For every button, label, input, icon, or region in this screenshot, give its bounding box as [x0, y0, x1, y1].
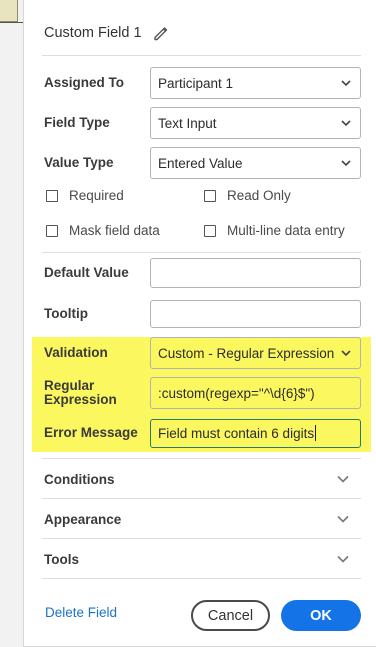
options-divider: [42, 252, 361, 253]
assigned-to-row: Assigned To Participant 1: [44, 67, 361, 99]
regular-expression-row: Regular Expression :custom(regexp="^\d{6…: [44, 377, 361, 409]
error-message-row: Error Message Field must contain 6 digit…: [44, 417, 361, 449]
multi-line-checkbox[interactable]: Multi-line data entry: [204, 223, 345, 238]
checkbox-box[interactable]: [46, 224, 58, 237]
appearance-label: Appearance: [44, 511, 122, 527]
conditions-divider: [42, 498, 361, 499]
tools-label: Tools: [44, 551, 79, 567]
conditions-section[interactable]: Conditions: [44, 469, 360, 489]
value-type-value: Entered Value: [158, 155, 243, 171]
tooltip-row: Tooltip: [44, 298, 361, 330]
regular-expression-label-line2: Expression: [44, 392, 117, 407]
validation-row: Validation Custom - Regular Expression: [44, 337, 361, 369]
corner-swatch: [0, 0, 18, 22]
mask-field-data-checkbox[interactable]: Mask field data: [46, 223, 160, 238]
chevron-down-icon: [341, 350, 351, 357]
validation-divider: [42, 458, 361, 459]
validation-label: Validation: [44, 345, 108, 360]
tooltip-input[interactable]: [150, 300, 361, 328]
required-checkbox[interactable]: Required: [46, 188, 124, 203]
regular-expression-input[interactable]: :custom(regexp="^\d{6}$"): [150, 377, 361, 409]
field-type-value: Text Input: [158, 115, 217, 131]
conditions-label: Conditions: [44, 471, 115, 487]
default-value-input[interactable]: [150, 258, 361, 288]
error-message-text: Field must contain 6 digits: [158, 425, 315, 441]
corner-divider: [0, 22, 24, 23]
error-message-label: Error Message: [44, 425, 138, 440]
field-type-label: Field Type: [44, 115, 110, 130]
error-message-input[interactable]: Field must contain 6 digits: [150, 418, 361, 448]
regular-expression-label: Regular Expression: [44, 379, 150, 407]
field-type-row: Field Type Text Input: [44, 107, 361, 139]
checkbox-box[interactable]: [46, 189, 58, 202]
chevron-down-icon: [341, 160, 351, 167]
appearance-section[interactable]: Appearance: [44, 509, 360, 529]
text-cursor: [315, 425, 317, 441]
read-only-checkbox[interactable]: Read Only: [204, 188, 291, 203]
assigned-to-label: Assigned To: [44, 75, 125, 90]
value-type-label: Value Type: [44, 155, 114, 170]
default-value-row: Default Value: [44, 257, 361, 289]
checkbox-box[interactable]: [204, 189, 216, 202]
field-type-select[interactable]: Text Input: [150, 107, 361, 139]
ok-button[interactable]: OK: [281, 600, 361, 631]
validation-select[interactable]: Custom - Regular Expression: [150, 337, 361, 369]
value-type-select[interactable]: Entered Value: [150, 147, 361, 179]
chevron-down-icon: [341, 80, 351, 87]
header-divider: [42, 55, 361, 56]
chevron-down-icon[interactable]: [336, 553, 350, 565]
tools-divider: [42, 578, 361, 579]
assigned-to-value: Participant 1: [158, 75, 234, 91]
validation-value: Custom - Regular Expression: [158, 345, 335, 361]
regular-expression-label-line1: Regular: [44, 378, 95, 393]
tooltip-label: Tooltip: [44, 306, 88, 321]
required-label: Required: [69, 188, 124, 203]
assigned-to-select[interactable]: Participant 1: [150, 67, 361, 99]
chevron-down-icon[interactable]: [336, 513, 350, 525]
regular-expression-text: :custom(regexp="^\d{6}$"): [158, 385, 315, 401]
tools-section[interactable]: Tools: [44, 549, 360, 569]
default-value-label: Default Value: [44, 265, 129, 280]
value-type-row: Value Type Entered Value: [44, 147, 361, 179]
read-only-label: Read Only: [227, 188, 291, 203]
checkbox-box[interactable]: [204, 224, 216, 237]
cancel-button[interactable]: Cancel: [191, 600, 270, 631]
multi-line-label: Multi-line data entry: [227, 223, 345, 238]
checkbox-row-2: Mask field data Multi-line data entry: [46, 223, 360, 245]
chevron-down-icon[interactable]: [336, 473, 350, 485]
field-properties-panel: Custom Field 1 Assigned To Participant 1…: [23, 0, 376, 647]
mask-field-data-label: Mask field data: [69, 223, 160, 238]
field-title: Custom Field 1: [44, 25, 142, 41]
appearance-divider: [42, 538, 361, 539]
title-row: Custom Field 1: [44, 22, 170, 44]
chevron-down-icon: [341, 120, 351, 127]
pencil-icon[interactable]: [152, 24, 170, 42]
delete-field-link[interactable]: Delete Field: [45, 605, 117, 620]
checkbox-row-1: Required Read Only: [46, 188, 360, 210]
